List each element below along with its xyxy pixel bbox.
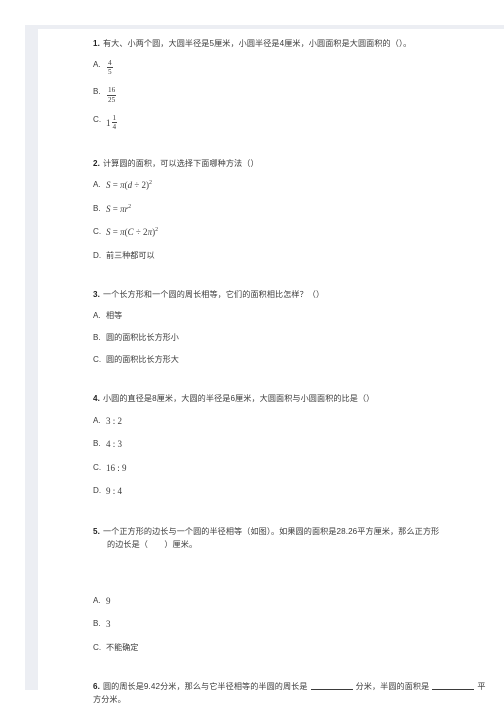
question-5-number: 5. xyxy=(93,526,100,536)
worksheet-page: 1. 有大、小两个圆，大圆半径是5厘米，小圆半径是4厘米，小圆面积是大圆面积的（）… xyxy=(38,29,504,704)
question-2-choices: A. S = π(d ÷ 2)2 B. S = πr2 C. S = π(C ÷… xyxy=(93,179,486,262)
question-5: 5. 一个正方形的边长与一个圆的半径相等（如图）。如果圆的面积是28.26平方厘米… xyxy=(93,525,486,654)
choice-1-c[interactable]: C. 1 1 4 xyxy=(93,114,486,131)
choice-2-c[interactable]: C. S = π(C ÷ 2π)2 xyxy=(93,226,486,240)
mixed-number-integer: 1 xyxy=(106,117,111,128)
question-2-number: 2. xyxy=(93,158,100,168)
choice-5-c[interactable]: C. 不能确定 xyxy=(93,642,486,654)
question-5-figure-placeholder xyxy=(93,552,486,586)
choice-4-b-letter: B. xyxy=(93,439,101,449)
choice-4-b-ratio: 4 : 3 xyxy=(106,439,123,450)
choice-3-a[interactable]: A. 相等 xyxy=(93,310,486,322)
choice-2-d[interactable]: D. 前三种都可以 xyxy=(93,250,486,262)
question-6-segment-1: 圆的周长是9.42分米，那么与它半径相等的半圆的周长是 xyxy=(102,681,308,691)
choice-2-d-letter: D. xyxy=(93,250,102,260)
question-1: 1. 有大、小两个圆，大圆半径是5厘米，小圆半径是4厘米，小圆面积是大圆面积的（）… xyxy=(93,37,486,131)
choice-5-a-letter: A. xyxy=(93,595,101,605)
question-6-stem: 6. 圆的周长是9.42分米，那么与它半径相等的半圆的周长是 分米，半圆的面积是 平方… xyxy=(93,680,486,707)
fraction-4-over-5: 4 5 xyxy=(107,59,113,76)
question-6-number: 6. xyxy=(93,681,100,691)
choice-4-d[interactable]: D. 9 : 4 xyxy=(93,485,486,499)
choice-3-b-text: 圆的面积比长方形小 xyxy=(106,333,179,343)
choice-5-b-letter: B. xyxy=(93,619,101,628)
choice-5-a-value: 9 xyxy=(106,595,111,606)
choice-2-a-letter: A. xyxy=(93,180,101,190)
fraction-numerator: 16 xyxy=(108,86,116,95)
question-1-stem-text: 有大、小两个圆，大圆半径是5厘米，小圆半径是4厘米，小圆面积是大圆面积的（）。 xyxy=(102,39,412,48)
page-left-edge xyxy=(25,25,38,690)
question-6: 6. 圆的周长是9.42分米，那么与它半径相等的半圆的周长是 分米，半圆的面积是 平方… xyxy=(93,680,486,707)
choice-3-c-letter: C. xyxy=(93,355,102,365)
fraction-denominator: 4 xyxy=(111,121,118,131)
question-5-stem-line1: 一个正方形的边长与一个圆的半径相等（如图）。如果圆的面积是28.26平方厘米，那… xyxy=(102,526,440,536)
question-4-stem-text: 小圆的直径是8厘米，大圆的半径是6厘米，大圆面积与小圆面积的比是（） xyxy=(102,394,375,404)
choice-3-a-text: 相等 xyxy=(106,311,123,321)
choice-5-c-text: 不能确定 xyxy=(106,642,139,652)
question-4: 4. 小圆的直径是8厘米，大圆的半径是6厘米，大圆面积与小圆面积的比是（） A. … xyxy=(93,392,486,498)
formula-area-from-diameter: S = π(d ÷ 2)2 xyxy=(106,180,152,191)
question-3-choices: A. 相等 B. 圆的面积比长方形小 C. 圆的面积比长方形大 xyxy=(93,310,486,366)
worksheet-content: 1. 有大、小两个圆，大圆半径是5厘米，小圆半径是4厘米，小圆面积是大圆面积的（）… xyxy=(38,29,504,706)
choice-4-b[interactable]: B. 4 : 3 xyxy=(93,438,486,452)
choice-1-c-letter: C. xyxy=(93,114,102,124)
choice-5-b-value: 3 xyxy=(106,619,111,629)
question-1-number: 1. xyxy=(93,39,100,48)
choice-4-d-ratio: 9 : 4 xyxy=(106,486,123,497)
question-3-stem-text: 一个长方形和一个圆的周长相等，它们的面积相比怎样？（） xyxy=(102,289,325,299)
choice-4-d-letter: D. xyxy=(93,486,102,496)
fraction-1-over-4: 1 4 xyxy=(111,113,118,131)
choice-3-a-letter: A. xyxy=(93,311,101,321)
choice-1-b-body: 16 25 xyxy=(106,86,486,104)
question-1-choices: A. 4 5 B. 16 25 C. 1 1 4 xyxy=(93,59,486,131)
choice-1-a[interactable]: A. 4 5 xyxy=(93,59,486,76)
question-4-choices: A. 3 : 2 B. 4 : 3 C. 16 : 9 D. 9 : 4 xyxy=(93,415,486,499)
choice-1-b[interactable]: B. 16 25 xyxy=(93,86,486,104)
choice-2-b[interactable]: B. S = πr2 xyxy=(93,203,486,217)
choice-2-c-letter: C. xyxy=(93,227,102,237)
choice-4-c[interactable]: C. 16 : 9 xyxy=(93,462,486,476)
question-3-stem: 3. 一个长方形和一个圆的周长相等，它们的面积相比怎样？（） xyxy=(93,288,486,301)
question-6-segment-2: 分米，半圆的面积是 xyxy=(355,681,430,691)
question-2: 2. 计算圆的面积，可以选择下面哪种方法（） A. S = π(d ÷ 2)2 B… xyxy=(93,157,486,262)
choice-5-b[interactable]: B. 3 xyxy=(93,618,486,632)
fraction-denominator: 5 xyxy=(107,67,113,77)
question-3: 3. 一个长方形和一个圆的周长相等，它们的面积相比怎样？（） A. 相等 B. 圆… xyxy=(93,288,486,367)
formula-area-from-circumference: S = π(C ÷ 2π)2 xyxy=(106,227,159,238)
fraction-numerator: 4 xyxy=(108,59,112,68)
choice-4-a[interactable]: A. 3 : 2 xyxy=(93,415,486,429)
question-2-stem-text: 计算圆的面积，可以选择下面哪种方法（） xyxy=(102,158,259,168)
fraction-16-over-25: 16 25 xyxy=(107,86,117,104)
choice-4-c-ratio: 16 : 9 xyxy=(106,462,127,473)
fraction-denominator: 25 xyxy=(107,94,117,104)
choice-3-b-letter: B. xyxy=(93,333,101,343)
question-5-stem: 5. 一个正方形的边长与一个圆的半径相等（如图）。如果圆的面积是28.26平方厘米… xyxy=(93,525,486,552)
choice-3-c[interactable]: C. 圆的面积比长方形大 xyxy=(93,354,486,366)
question-1-stem: 1. 有大、小两个圆，大圆半径是5厘米，小圆半径是4厘米，小圆面积是大圆面积的（）… xyxy=(93,37,486,50)
choice-5-a[interactable]: A. 9 xyxy=(93,595,486,609)
choice-4-c-letter: C. xyxy=(93,462,102,472)
choice-1-a-letter: A. xyxy=(93,60,101,70)
choice-2-d-text: 前三种都可以 xyxy=(106,250,155,260)
choice-3-c-text: 圆的面积比长方形大 xyxy=(106,355,179,365)
question-5-stem-line2: 的边长是（ ）厘米。 xyxy=(107,540,198,550)
question-6-blank-2[interactable] xyxy=(432,688,475,690)
choice-4-a-letter: A. xyxy=(93,415,101,425)
choice-3-b[interactable]: B. 圆的面积比长方形小 xyxy=(93,332,486,344)
question-3-number: 3. xyxy=(93,289,100,299)
choice-1-b-letter: B. xyxy=(93,87,101,97)
question-2-stem: 2. 计算圆的面积，可以选择下面哪种方法（） xyxy=(93,157,486,170)
question-4-number: 4. xyxy=(93,394,100,404)
choice-2-a[interactable]: A. S = π(d ÷ 2)2 xyxy=(93,179,486,193)
choice-2-b-letter: B. xyxy=(93,203,101,213)
choice-5-c-letter: C. xyxy=(93,642,102,652)
formula-area-pi-r-squared: S = πr2 xyxy=(106,203,132,214)
fraction-numerator: 1 xyxy=(112,113,117,122)
choice-1-c-body: 1 1 4 xyxy=(106,114,486,131)
choice-4-a-ratio: 3 : 2 xyxy=(106,415,123,426)
choice-1-a-body: 4 5 xyxy=(106,59,486,76)
question-4-stem: 4. 小圆的直径是8厘米，大圆的半径是6厘米，大圆面积与小圆面积的比是（） xyxy=(93,392,486,405)
question-5-choices: A. 9 B. 3 C. 不能确定 xyxy=(93,595,486,654)
question-6-blank-1[interactable] xyxy=(310,688,353,690)
